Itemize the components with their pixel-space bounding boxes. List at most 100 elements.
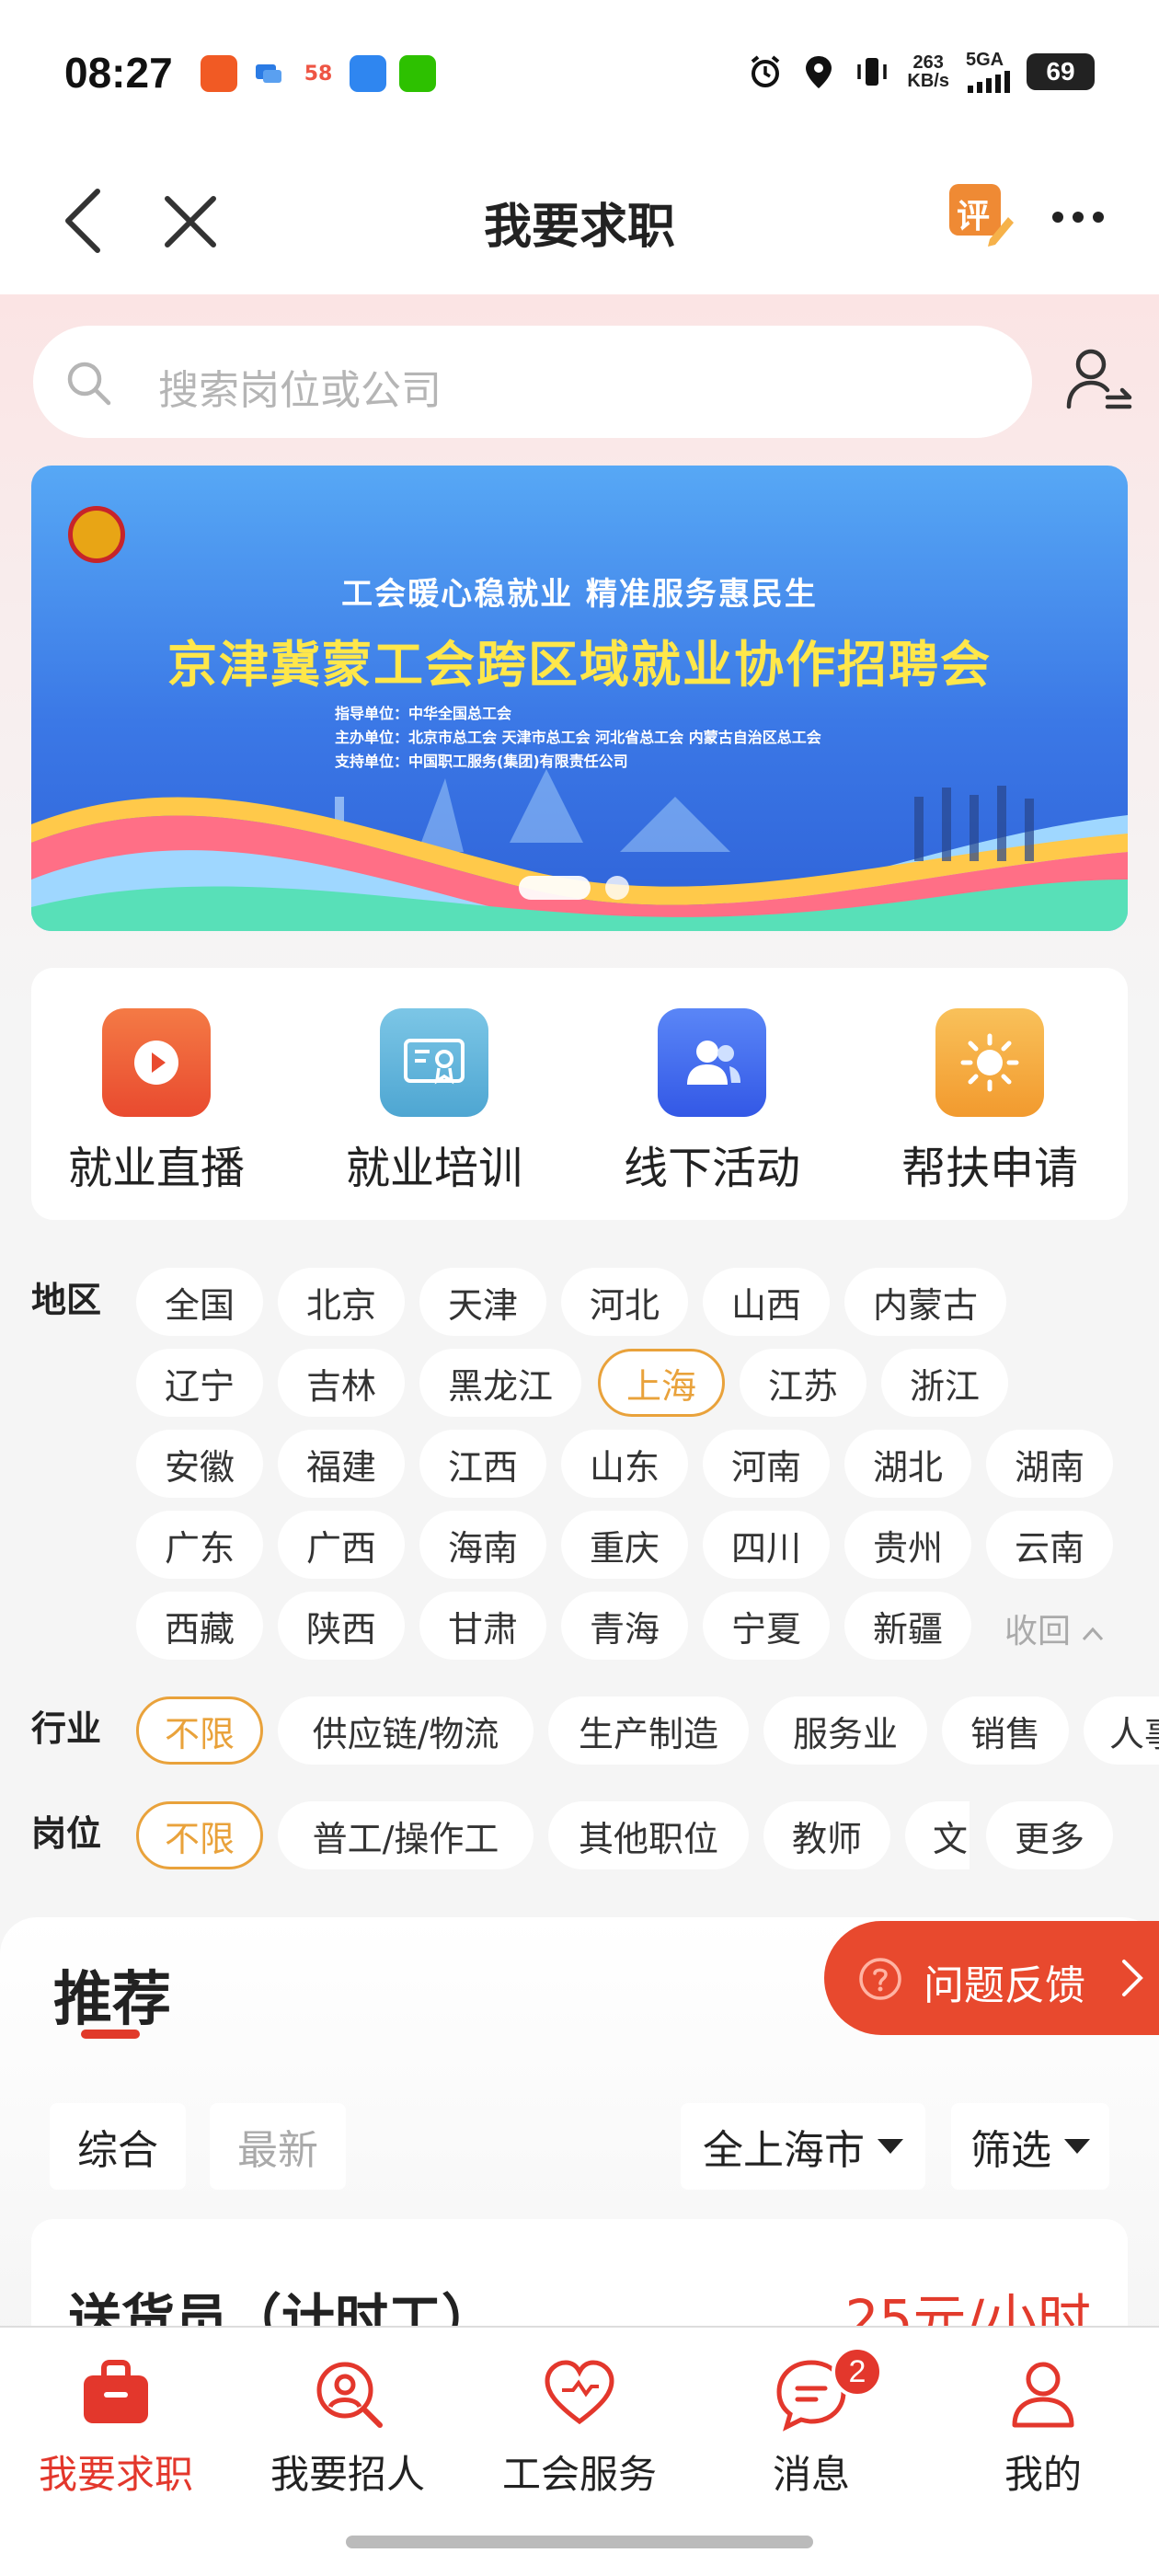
region-chip-guizhou[interactable]: 贵州 [844, 1511, 971, 1579]
tab-profile[interactable]: 我的 [927, 2353, 1159, 2500]
union-emblem-icon [68, 506, 125, 563]
home-indicator[interactable] [346, 2536, 813, 2548]
city-dropdown-label: 全上海市 [703, 2127, 865, 2174]
status-indicators: 263 KB/s 5GA 69 [747, 50, 1095, 93]
caret-down-icon [1064, 2139, 1090, 2154]
position-chip-general-worker[interactable]: 普工/操作工 [278, 1801, 534, 1869]
quick-action-label: 就业直播 [67, 1143, 245, 1194]
unread-badge: 2 [832, 2346, 883, 2398]
region-chip-jilin[interactable]: 吉林 [278, 1349, 405, 1417]
region-chip-xinjiang[interactable]: 新疆 [844, 1592, 971, 1660]
training-certificate-icon [380, 1008, 488, 1117]
position-chip-teacher[interactable]: 教师 [763, 1801, 890, 1869]
quick-action-training[interactable]: 就业培训 [324, 1008, 545, 1196]
region-chip-henan[interactable]: 河南 [703, 1430, 830, 1498]
region-chip-chongqing[interactable]: 重庆 [561, 1511, 688, 1579]
region-chip-guangdong[interactable]: 广东 [136, 1511, 263, 1579]
region-chip-hainan[interactable]: 海南 [419, 1511, 546, 1579]
region-chip-beijing[interactable]: 北京 [278, 1268, 405, 1336]
status-bar: 08:27 58 263 KB/s 5GA 69 [0, 0, 1159, 147]
city-dropdown[interactable]: 全上海市 [681, 2103, 925, 2190]
collapse-regions-button[interactable]: 收回 [1004, 1604, 1105, 1652]
region-chip-neimenggu[interactable]: 内蒙古 [844, 1268, 1006, 1336]
more-options-icon[interactable] [1049, 208, 1107, 226]
industry-chip-service[interactable]: 服务业 [763, 1696, 927, 1765]
tab-job-seeking[interactable]: 我要求职 [0, 2353, 232, 2500]
signal-bars-icon [968, 71, 1010, 93]
position-more-button[interactable]: 更多 [986, 1801, 1113, 1869]
quick-action-label: 帮扶申请 [901, 1143, 1078, 1194]
region-chip-hebei[interactable]: 河北 [561, 1268, 688, 1336]
banner-subtitle: 工会暖心稳就业 精准服务惠民生 [341, 576, 818, 613]
position-chip-any-selected[interactable]: 不限 [136, 1801, 263, 1869]
region-chip-zhejiang[interactable]: 浙江 [881, 1349, 1008, 1417]
user-icon [1012, 2362, 1074, 2428]
nav-bar: 我要求职 评 [0, 147, 1159, 294]
filter-dropdown[interactable]: 筛选 [951, 2103, 1109, 2190]
region-chip-shanghai-selected[interactable]: 上海 [598, 1349, 725, 1417]
banner-pagination [519, 876, 629, 900]
region-chip-heilongjiang[interactable]: 黑龙江 [419, 1349, 581, 1417]
region-chip-qinghai[interactable]: 青海 [561, 1592, 688, 1660]
search-input[interactable]: 搜索岗位或公司 [33, 326, 1032, 438]
location-icon [806, 55, 832, 88]
region-chip-shandong[interactable]: 山东 [561, 1430, 688, 1498]
region-chip-xizang[interactable]: 西藏 [136, 1592, 263, 1660]
person-search-icon [316, 2362, 383, 2428]
region-chip-guangxi[interactable]: 广西 [278, 1511, 405, 1579]
promo-banner[interactable]: 工会暖心稳就业 精准服务惠民生 京津冀蒙工会跨区域就业协作招聘会 指导单位：中华… [31, 466, 1128, 931]
rate-button[interactable]: 评 [947, 180, 1016, 248]
recommend-title: 推荐 [53, 1966, 171, 2034]
region-chip-shaanxi[interactable]: 陕西 [278, 1592, 405, 1660]
industry-chip-logistics[interactable]: 供应链/物流 [278, 1696, 534, 1765]
region-chip-hunan[interactable]: 湖南 [986, 1430, 1113, 1498]
browser-app-icon [350, 55, 386, 92]
tab-messages[interactable]: 2 消息 [695, 2346, 927, 2500]
quick-action-assistance[interactable]: 帮扶申请 [879, 1008, 1100, 1196]
user-switch-icon[interactable] [1063, 344, 1133, 414]
sort-tab-latest[interactable]: 最新 [210, 2103, 346, 2190]
notification-icons: 58 [201, 55, 436, 92]
region-chip-sichuan[interactable]: 四川 [703, 1511, 830, 1579]
region-chip-jiangsu[interactable]: 江苏 [740, 1349, 866, 1417]
region-chip-hubei[interactable]: 湖北 [844, 1430, 971, 1498]
region-chip-ningxia[interactable]: 宁夏 [703, 1592, 830, 1660]
position-chip-other[interactable]: 其他职位 [548, 1801, 749, 1869]
industry-chip-hr-partial[interactable]: 人事 [1084, 1696, 1159, 1765]
rate-icon-text: 评 [957, 198, 991, 236]
search-placeholder: 搜索岗位或公司 [158, 367, 442, 414]
region-chip-anhui[interactable]: 安徽 [136, 1430, 263, 1498]
region-chip-quanguo[interactable]: 全国 [136, 1268, 263, 1336]
region-chip-yunnan[interactable]: 云南 [986, 1511, 1113, 1579]
region-chip-tianjin[interactable]: 天津 [419, 1268, 546, 1336]
network-speed: 263 KB/s [907, 52, 949, 91]
collapse-label: 收回 [1004, 1613, 1072, 1650]
banner-title: 京津冀蒙工会跨区域就业协作招聘会 [167, 636, 992, 694]
banner-wave-graphic [31, 769, 1128, 931]
industry-chip-any-selected[interactable]: 不限 [136, 1696, 263, 1765]
signal-indicator: 5GA [966, 50, 1010, 93]
position-chip-partial[interactable]: 文 [905, 1801, 970, 1869]
feedback-label: 问题反馈 [924, 1962, 1085, 2009]
region-chip-jiangxi[interactable]: 江西 [419, 1430, 546, 1498]
industry-chip-manufacturing[interactable]: 生产制造 [548, 1696, 749, 1765]
tab-union-service[interactable]: 工会服务 [464, 2353, 695, 2500]
quick-action-offline[interactable]: 线下活动 [602, 1008, 822, 1196]
tab-hiring[interactable]: 我要招人 [232, 2353, 464, 2500]
region-chip-shanxi[interactable]: 山西 [703, 1268, 830, 1336]
region-chip-liaoning[interactable]: 辽宁 [136, 1349, 263, 1417]
banner-line-1: 指导单位：中华全国总工会 [335, 705, 512, 722]
filter-dropdown-label: 筛选 [970, 2127, 1051, 2174]
feedback-button[interactable]: 问题反馈 [824, 1921, 1159, 2035]
live-play-icon [102, 1008, 211, 1117]
quick-actions-card: 就业直播 就业培训 线下活动 帮扶申请 [31, 968, 1128, 1220]
quick-action-live[interactable]: 就业直播 [46, 1008, 267, 1196]
sort-tab-composite[interactable]: 综合 [50, 2103, 186, 2190]
region-chip-fujian[interactable]: 福建 [278, 1430, 405, 1498]
pagination-dot [605, 876, 629, 900]
status-time: 08:27 [64, 49, 173, 97]
industry-chip-sales[interactable]: 销售 [942, 1696, 1069, 1765]
network-type: 5GA [966, 50, 1004, 70]
region-chip-gansu[interactable]: 甘肃 [419, 1592, 546, 1660]
tab-label: 我要求职 [38, 2452, 193, 2497]
